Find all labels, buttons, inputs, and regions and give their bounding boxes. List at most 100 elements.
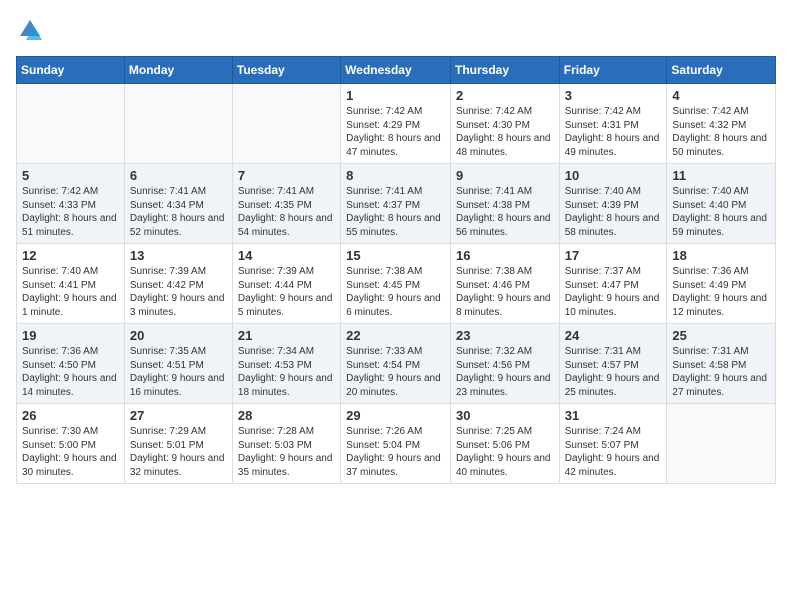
day-number: 24 [565,328,662,343]
day-info: Sunrise: 7:38 AM Sunset: 4:45 PM Dayligh… [346,265,445,319]
day-number: 22 [346,328,445,343]
day-info: Sunrise: 7:40 AM Sunset: 4:40 PM Dayligh… [672,185,770,239]
calendar-day-cell: 31 Sunrise: 7:24 AM Sunset: 5:07 PM Dayli… [559,404,667,484]
logo-icon [16,16,44,44]
day-number: 12 [22,248,119,263]
day-number: 28 [238,408,335,423]
day-number: 3 [565,88,662,103]
calendar-day-cell: 8 Sunrise: 7:41 AM Sunset: 4:37 PM Daylig… [341,164,451,244]
day-info: Sunrise: 7:41 AM Sunset: 4:34 PM Dayligh… [130,185,227,239]
calendar-week-row: 12 Sunrise: 7:40 AM Sunset: 4:41 PM Dayli… [17,244,776,324]
page-header [16,16,776,44]
day-number: 25 [672,328,770,343]
day-info: Sunrise: 7:42 AM Sunset: 4:31 PM Dayligh… [565,105,662,159]
calendar-day-cell: 1 Sunrise: 7:42 AM Sunset: 4:29 PM Daylig… [341,84,451,164]
day-info: Sunrise: 7:37 AM Sunset: 4:47 PM Dayligh… [565,265,662,319]
calendar-day-cell: 19 Sunrise: 7:36 AM Sunset: 4:50 PM Dayli… [17,324,125,404]
weekday-header: Wednesday [341,57,451,84]
calendar-day-cell: 30 Sunrise: 7:25 AM Sunset: 5:06 PM Dayli… [450,404,559,484]
calendar-day-cell: 6 Sunrise: 7:41 AM Sunset: 4:34 PM Daylig… [124,164,232,244]
day-info: Sunrise: 7:40 AM Sunset: 4:41 PM Dayligh… [22,265,119,319]
calendar-day-cell [17,84,125,164]
calendar-day-cell: 28 Sunrise: 7:28 AM Sunset: 5:03 PM Dayli… [232,404,340,484]
day-info: Sunrise: 7:25 AM Sunset: 5:06 PM Dayligh… [456,425,554,479]
day-number: 1 [346,88,445,103]
day-number: 31 [565,408,662,423]
weekday-header: Saturday [667,57,776,84]
calendar-day-cell: 2Sunrise: 7:42 AM Sunset: 4:30 PM Daylig… [450,84,559,164]
calendar-day-cell: 12 Sunrise: 7:40 AM Sunset: 4:41 PM Dayli… [17,244,125,324]
day-number: 21 [238,328,335,343]
calendar-day-cell: 20 Sunrise: 7:35 AM Sunset: 4:51 PM Dayli… [124,324,232,404]
day-info: Sunrise: 7:41 AM Sunset: 4:37 PM Dayligh… [346,185,445,239]
calendar-day-cell: 21Sunrise: 7:34 AM Sunset: 4:53 PM Dayli… [232,324,340,404]
day-number: 26 [22,408,119,423]
day-info: Sunrise: 7:30 AM Sunset: 5:00 PM Dayligh… [22,425,119,479]
calendar-day-cell: 18 Sunrise: 7:36 AM Sunset: 4:49 PM Dayli… [667,244,776,324]
day-number: 16 [456,248,554,263]
day-info: Sunrise: 7:32 AM Sunset: 4:56 PM Dayligh… [456,345,554,399]
weekday-header: Tuesday [232,57,340,84]
day-number: 18 [672,248,770,263]
day-info: Sunrise: 7:42 AM Sunset: 4:29 PM Dayligh… [346,105,445,159]
calendar-week-row: 26 Sunrise: 7:30 AM Sunset: 5:00 PM Dayli… [17,404,776,484]
weekday-header: Sunday [17,57,125,84]
day-number: 29 [346,408,445,423]
calendar-day-cell [667,404,776,484]
calendar-day-cell: 3 Sunrise: 7:42 AM Sunset: 4:31 PM Daylig… [559,84,667,164]
weekday-row: SundayMondayTuesdayWednesdayThursdayFrid… [17,57,776,84]
day-number: 13 [130,248,227,263]
calendar-day-cell: 10Sunrise: 7:40 AM Sunset: 4:39 PM Dayli… [559,164,667,244]
day-info: Sunrise: 7:42 AM Sunset: 4:33 PM Dayligh… [22,185,119,239]
day-number: 7 [238,168,335,183]
day-info: Sunrise: 7:26 AM Sunset: 5:04 PM Dayligh… [346,425,445,479]
day-number: 19 [22,328,119,343]
day-info: Sunrise: 7:40 AM Sunset: 4:39 PM Dayligh… [565,185,662,239]
day-number: 8 [346,168,445,183]
day-info: Sunrise: 7:36 AM Sunset: 4:50 PM Dayligh… [22,345,119,399]
calendar-day-cell: 4 Sunrise: 7:42 AM Sunset: 4:32 PM Daylig… [667,84,776,164]
calendar-day-cell [124,84,232,164]
day-number: 30 [456,408,554,423]
calendar-day-cell: 14 Sunrise: 7:39 AM Sunset: 4:44 PM Dayli… [232,244,340,324]
day-number: 27 [130,408,227,423]
day-number: 5 [22,168,119,183]
weekday-header: Friday [559,57,667,84]
calendar-week-row: 5 Sunrise: 7:42 AM Sunset: 4:33 PM Daylig… [17,164,776,244]
weekday-header: Thursday [450,57,559,84]
day-number: 11 [672,168,770,183]
day-number: 20 [130,328,227,343]
day-info: Sunrise: 7:36 AM Sunset: 4:49 PM Dayligh… [672,265,770,319]
day-info: Sunrise: 7:28 AM Sunset: 5:03 PM Dayligh… [238,425,335,479]
day-info: Sunrise: 7:41 AM Sunset: 4:35 PM Dayligh… [238,185,335,239]
calendar-day-cell: 27Sunrise: 7:29 AM Sunset: 5:01 PM Dayli… [124,404,232,484]
day-info: Sunrise: 7:31 AM Sunset: 4:58 PM Dayligh… [672,345,770,399]
calendar-day-cell: 25 Sunrise: 7:31 AM Sunset: 4:58 PM Dayli… [667,324,776,404]
day-number: 4 [672,88,770,103]
calendar-day-cell: 5 Sunrise: 7:42 AM Sunset: 4:33 PM Daylig… [17,164,125,244]
calendar-body: 1 Sunrise: 7:42 AM Sunset: 4:29 PM Daylig… [17,84,776,484]
calendar-day-cell: 13Sunrise: 7:39 AM Sunset: 4:42 PM Dayli… [124,244,232,324]
calendar-day-cell [232,84,340,164]
calendar-day-cell: 17 Sunrise: 7:37 AM Sunset: 4:47 PM Dayli… [559,244,667,324]
calendar-day-cell: 26 Sunrise: 7:30 AM Sunset: 5:00 PM Dayli… [17,404,125,484]
calendar-day-cell: 16Sunrise: 7:38 AM Sunset: 4:46 PM Dayli… [450,244,559,324]
calendar-day-cell: 29 Sunrise: 7:26 AM Sunset: 5:04 PM Dayli… [341,404,451,484]
calendar-day-cell: 22 Sunrise: 7:33 AM Sunset: 4:54 PM Dayli… [341,324,451,404]
day-info: Sunrise: 7:31 AM Sunset: 4:57 PM Dayligh… [565,345,662,399]
day-number: 17 [565,248,662,263]
day-number: 15 [346,248,445,263]
day-info: Sunrise: 7:33 AM Sunset: 4:54 PM Dayligh… [346,345,445,399]
calendar-week-row: 1 Sunrise: 7:42 AM Sunset: 4:29 PM Daylig… [17,84,776,164]
logo [16,16,48,44]
weekday-header: Monday [124,57,232,84]
day-info: Sunrise: 7:35 AM Sunset: 4:51 PM Dayligh… [130,345,227,399]
day-number: 6 [130,168,227,183]
day-info: Sunrise: 7:42 AM Sunset: 4:32 PM Dayligh… [672,105,770,159]
day-number: 23 [456,328,554,343]
calendar-table: SundayMondayTuesdayWednesdayThursdayFrid… [16,56,776,484]
day-info: Sunrise: 7:39 AM Sunset: 4:44 PM Dayligh… [238,265,335,319]
calendar-day-cell: 23 Sunrise: 7:32 AM Sunset: 4:56 PM Dayli… [450,324,559,404]
day-info: Sunrise: 7:24 AM Sunset: 5:07 PM Dayligh… [565,425,662,479]
day-number: 14 [238,248,335,263]
